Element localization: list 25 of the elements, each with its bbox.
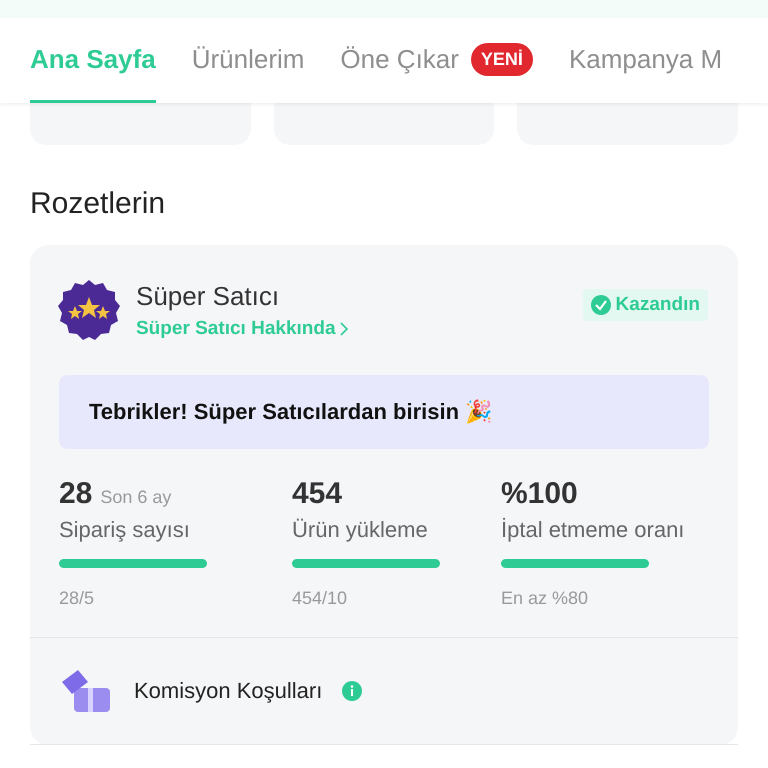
metric-label: İptal etmeme oranı: [501, 517, 686, 543]
metric-value: 454: [292, 477, 342, 511]
metric-detail: 28/5: [59, 588, 96, 609]
check-icon: [590, 295, 611, 315]
summary-card[interactable]: [30, 103, 251, 145]
chevron-icon: [340, 322, 348, 336]
metric-detail: 454/10: [292, 588, 348, 609]
nav-tab[interactable]: Kampanya M: [568, 18, 722, 103]
congrats-banner: Tebrikler! Süper Satıcılardan birisin 🎉: [59, 375, 709, 449]
nav-tab[interactable]: Öne Çıkar YENİ: [340, 18, 533, 103]
earned-badge: Kazandın: [582, 289, 708, 321]
metric-note: Son 6 ay: [100, 487, 172, 508]
nav-tab[interactable]: Ürünlerim: [192, 18, 304, 103]
metric-value: %100: [501, 477, 578, 511]
info-icon[interactable]: [342, 681, 362, 701]
metric-value: 28: [59, 477, 92, 511]
new-badge: YENİ: [470, 42, 533, 76]
about-link[interactable]: Süper Satıcı Hakkında: [136, 318, 567, 340]
metric-label: Ürün yükleme: [292, 517, 429, 543]
section-title: Rozetlerin: [30, 187, 166, 221]
metric-label: Sipariş sayısı: [59, 517, 191, 543]
star-badge-icon: [58, 279, 120, 341]
commission-label[interactable]: Komisyon Koşulları: [134, 678, 322, 704]
badge-title: Süper Satıcı: [136, 280, 280, 312]
metric-detail: En az %80: [501, 588, 590, 609]
